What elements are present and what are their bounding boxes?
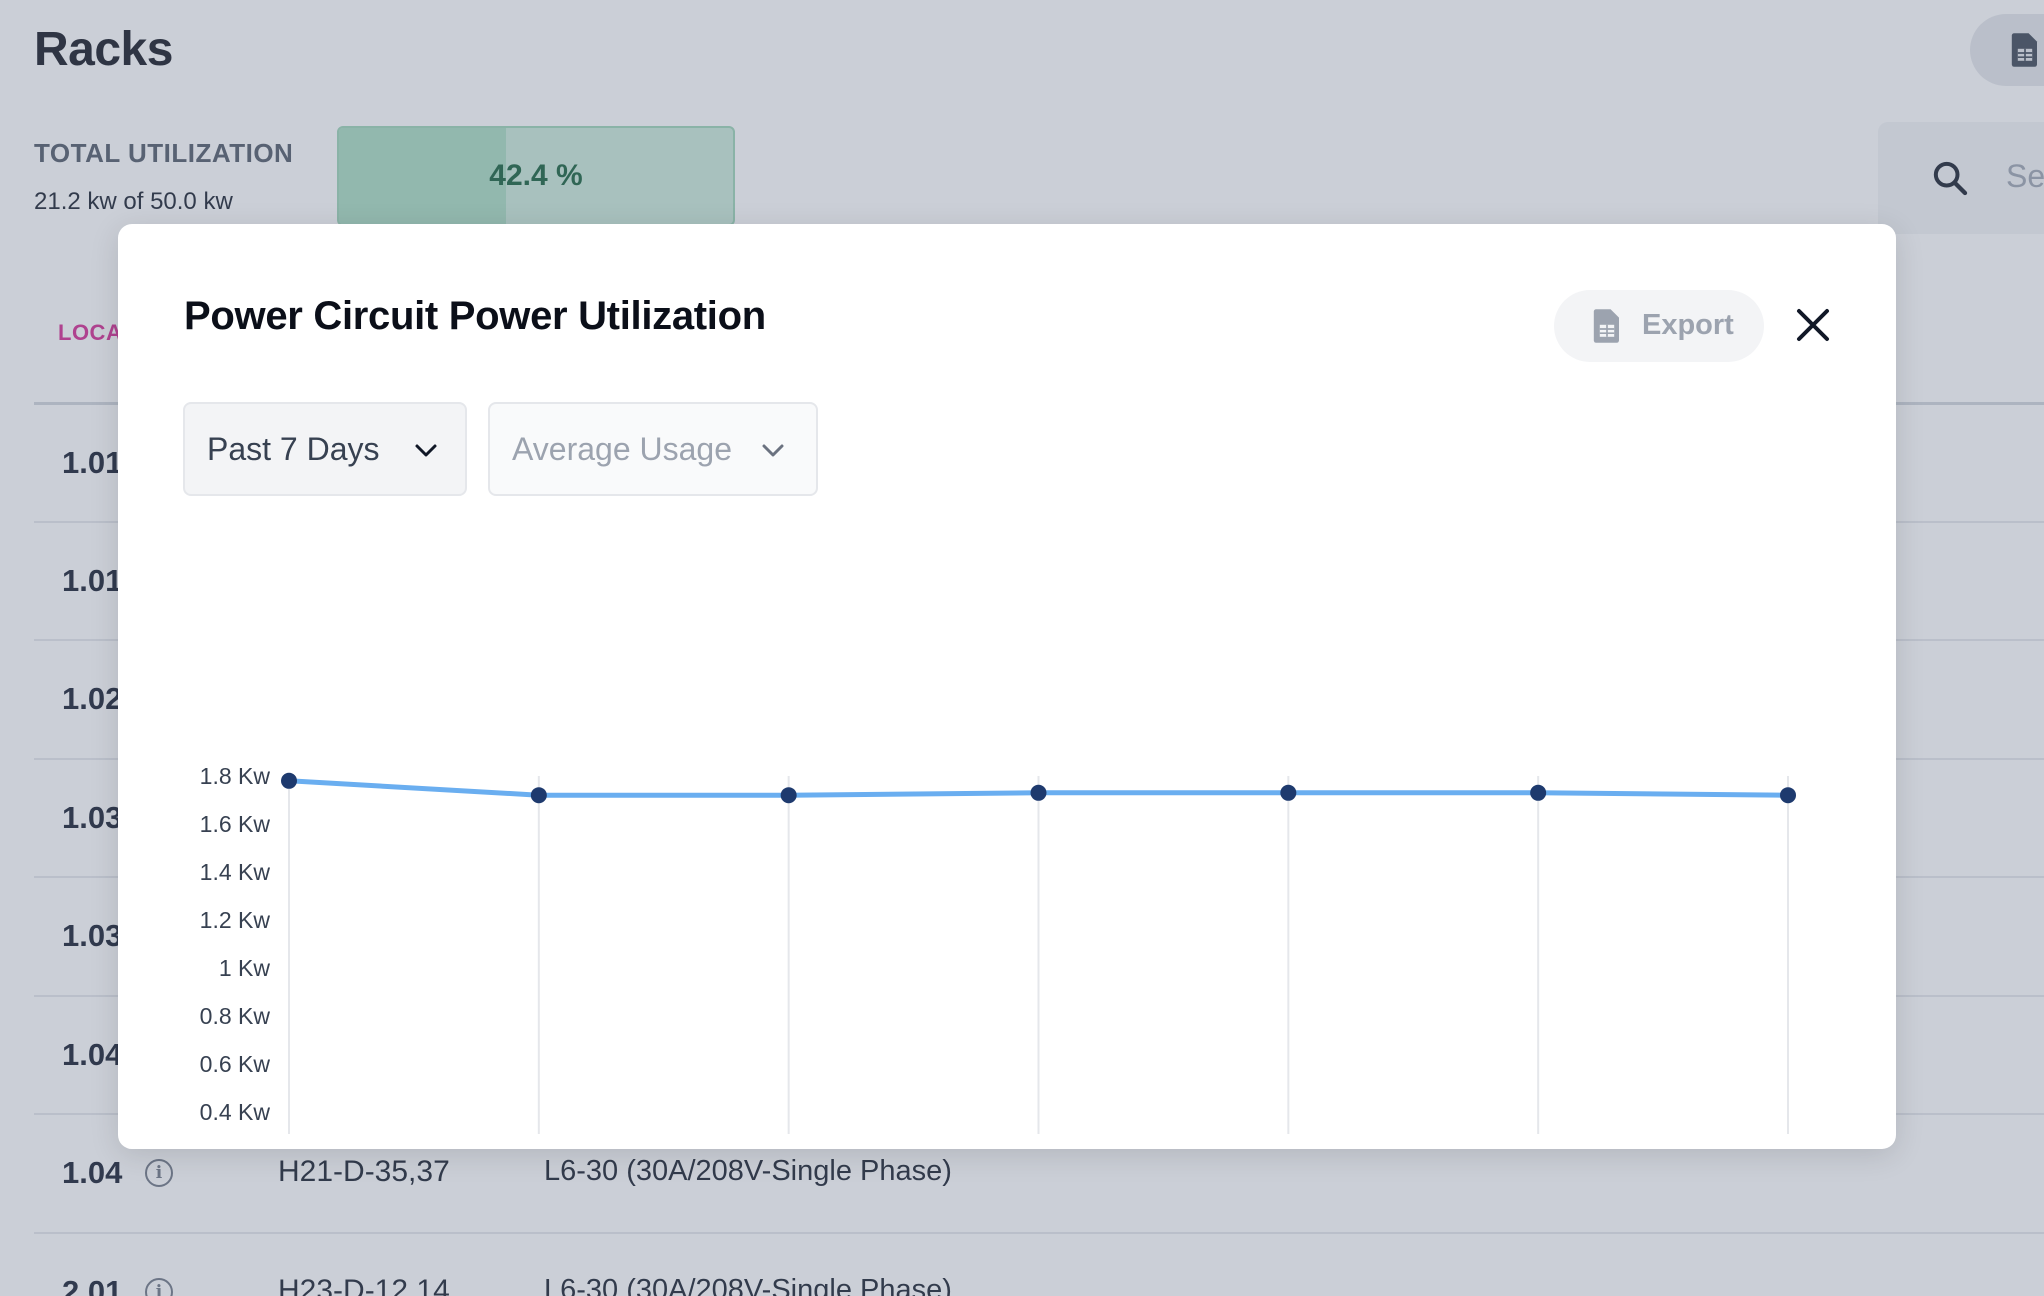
y-tick-label: 1.2 Kw [200,907,271,933]
chevron-down-icon [762,444,784,457]
usage-line-chart: 25 Aug26 Aug27 Aug28 Aug29 Aug30 Aug31 A… [200,763,1796,1134]
y-tick-label: 1.4 Kw [200,859,271,885]
data-point [1780,787,1796,804]
time-range-select[interactable]: Past 7 Days [183,402,467,496]
data-point [1030,784,1047,801]
y-tick-label: 0.8 Kw [200,1003,271,1029]
close-icon [1797,309,1829,341]
close-button[interactable] [1788,300,1838,350]
y-tick-label: 1 Kw [219,955,271,981]
spreadsheet-document-icon [1593,309,1619,343]
metric-select[interactable]: Average Usage [488,402,818,496]
metric-value: Average Usage [512,431,732,467]
data-point [281,772,297,789]
export-button[interactable]: Export [1554,290,1764,362]
export-label: Export [1642,309,1734,341]
data-point [530,787,547,804]
power-utilization-modal: Power Circuit Power Utilization Export P… [118,224,1896,1149]
y-tick-label: 1.6 Kw [200,811,271,837]
data-point [780,787,797,804]
y-tick-label: 0.4 Kw [200,1099,271,1125]
y-tick-label: 1.8 Kw [200,763,271,789]
y-tick-label: 0.6 Kw [200,1051,271,1077]
chevron-down-icon [415,444,437,457]
data-point [1530,784,1547,801]
time-range-value: Past 7 Days [207,431,380,467]
modal-title: Power Circuit Power Utilization [184,294,766,338]
data-point [1280,784,1297,801]
